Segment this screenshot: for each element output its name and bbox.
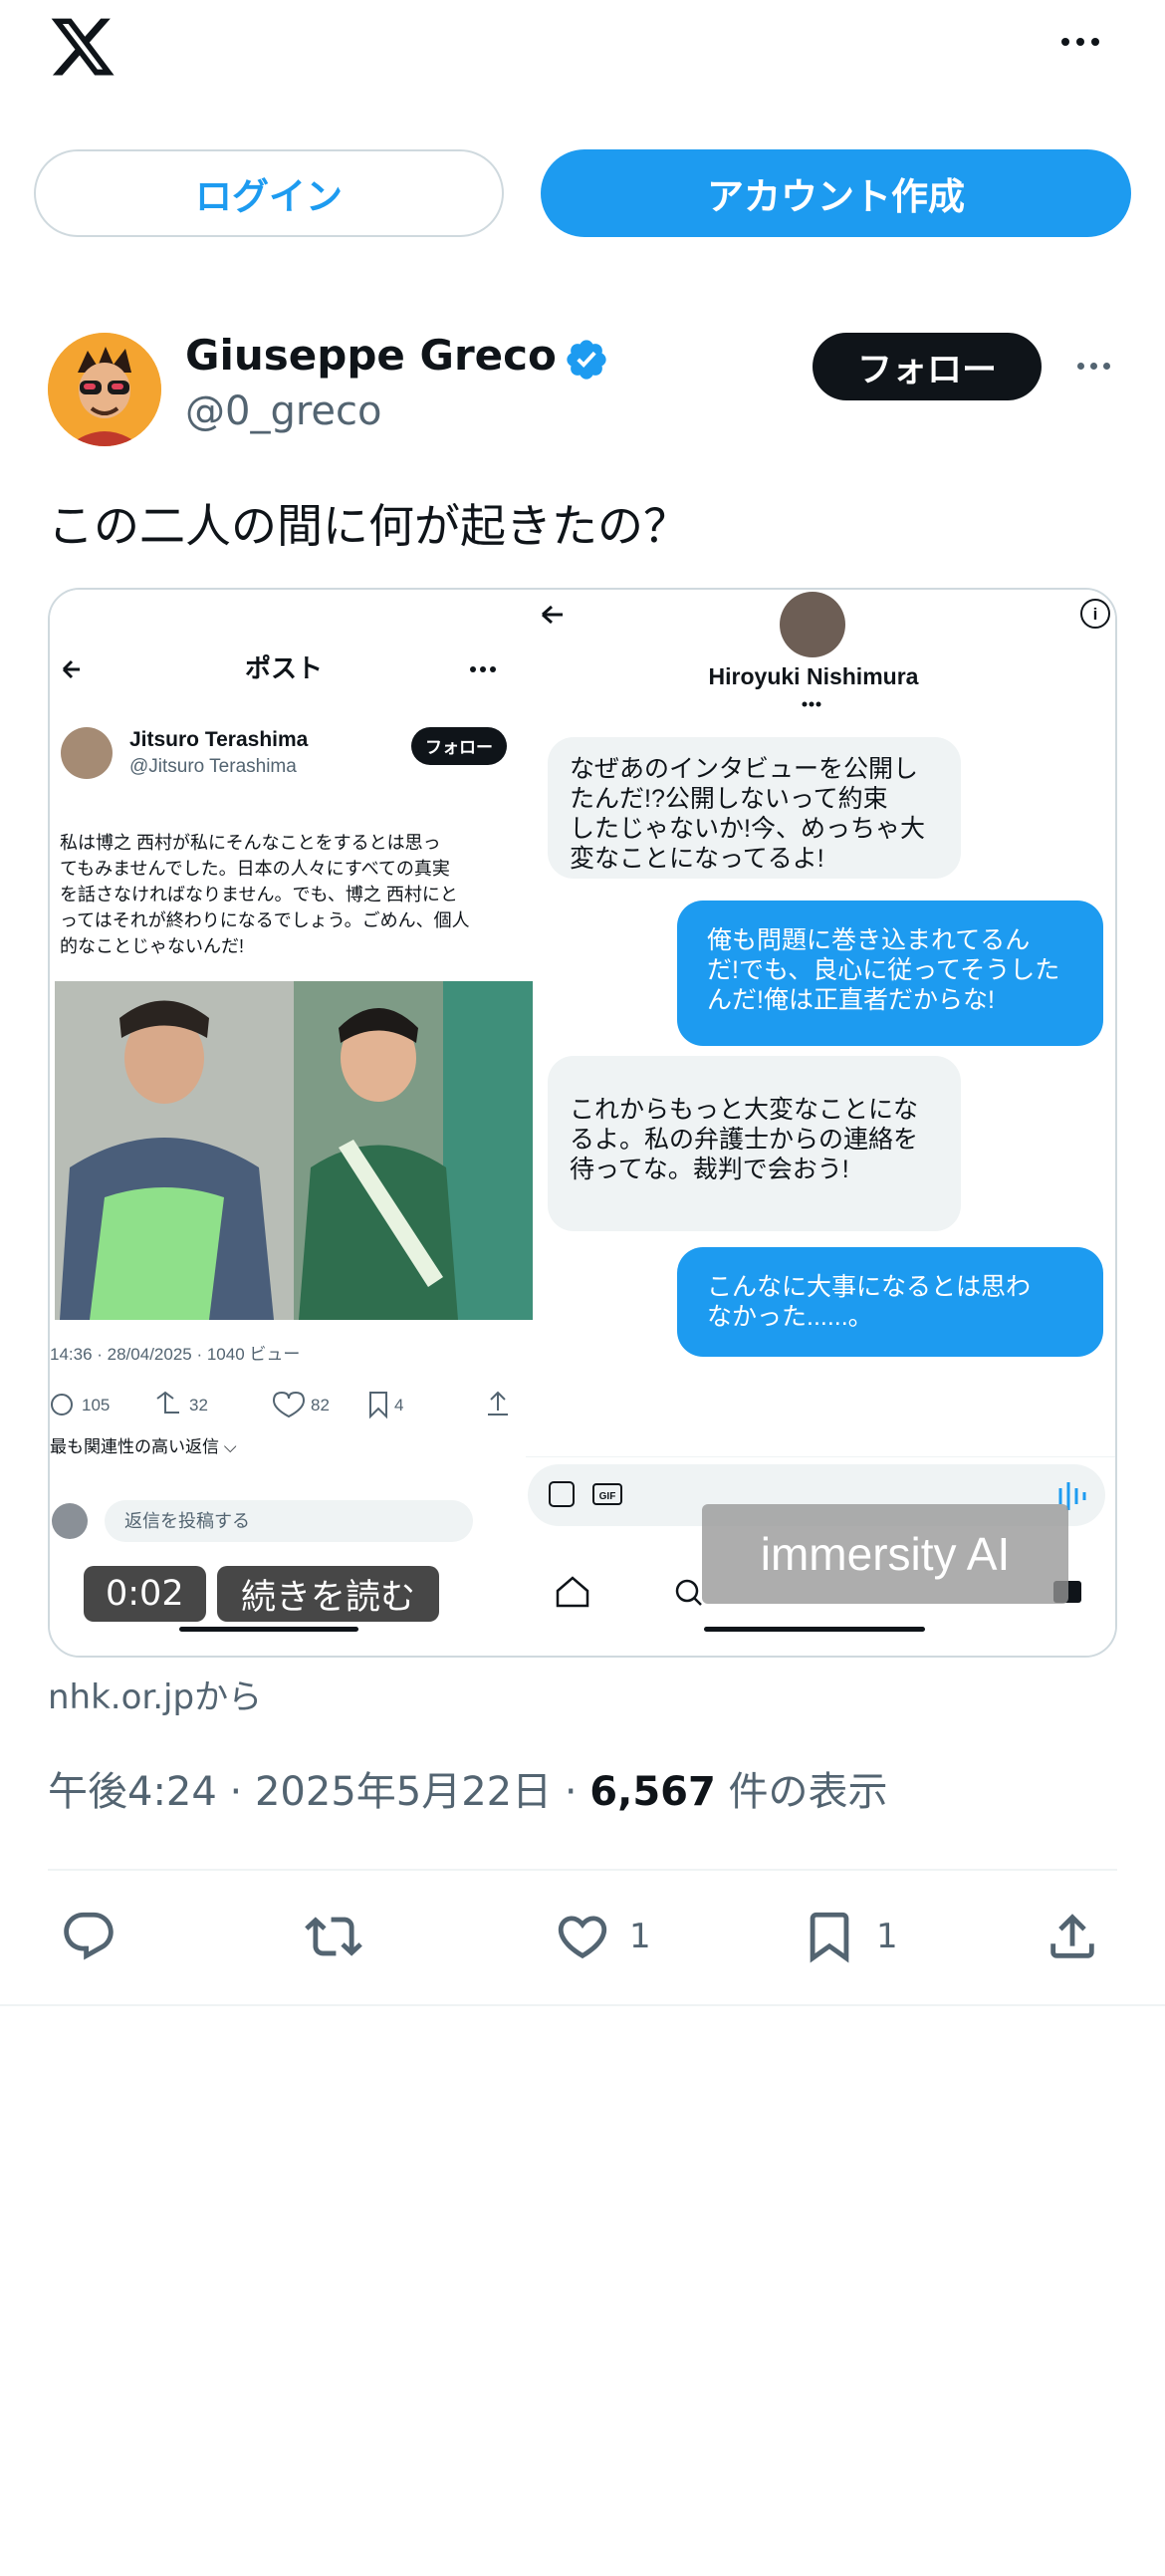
left-handle: @Jitsuro Terashima [129, 756, 297, 777]
post-time[interactable]: 午後4:24 [48, 1769, 217, 1815]
left-bookmarks: 4 [394, 1396, 403, 1415]
reply-button[interactable] [60, 1907, 135, 1966]
left-author: Jitsuro Terashima [129, 728, 309, 751]
post-text: この二人の間に何が起きたの？ [48, 499, 689, 553]
bookmark-icon [810, 1912, 849, 1963]
chat-line: んだ!俺は正直者だからな! [707, 986, 995, 1014]
chat-line: るよ。私の弁護士からの連絡を [570, 1126, 918, 1154]
share-icon [1050, 1914, 1094, 1958]
chat-line: したじゃないか!今、めっちゃ大 [570, 815, 925, 843]
left-reposts: 32 [189, 1396, 208, 1415]
chat-line: 変なことになってるよ! [570, 845, 824, 873]
views-label: 件の表示 [728, 1769, 888, 1815]
left-reply-input: 返信を投稿する [124, 1511, 250, 1531]
views-count: 6,567 [589, 1769, 716, 1815]
video-player[interactable]: ポスト Jitsuro Terashima @Jitsuro Terashima… [48, 588, 1117, 1658]
author-name[interactable]: Giuseppe Greco [185, 331, 557, 380]
post-meta: 午後4:24 · 2025年5月22日 · 6,567 件の表示 [48, 1769, 888, 1815]
like-count: 1 [629, 1917, 651, 1956]
avatar[interactable] [48, 333, 161, 446]
post-more-icon[interactable] [1070, 351, 1116, 381]
left-photo [55, 981, 533, 1320]
more-horizontal-icon[interactable] [1053, 22, 1107, 62]
svg-text:GIF: GIF [599, 1491, 616, 1502]
chat-line: 俺も問題に巻き込まれてるん [707, 926, 1030, 954]
like-button[interactable]: 1 [554, 1907, 651, 1966]
verified-badge-icon [564, 337, 609, 383]
divider [0, 2004, 1165, 2006]
left-follow: フォロー [425, 738, 493, 757]
left-body-line: てもみませんでした。日本の人々にすべての真実 [60, 859, 450, 879]
watermark: immersity AI [761, 1528, 1010, 1580]
left-likes: 82 [311, 1396, 330, 1415]
bookmark-button[interactable]: 1 [801, 1907, 898, 1966]
chat-line: なぜあのインタビューを公開し [570, 755, 918, 783]
chat-line: これからもっと大変なことにな [570, 1096, 918, 1124]
left-stats: 14:36 · 28/04/2025 · 1040 ビュー [50, 1345, 300, 1364]
svg-text:i: i [1093, 605, 1098, 624]
chat-line: 待ってな。裁判で会おう! [570, 1156, 849, 1183]
left-body-line: 私は博之 西村が私にそんなことをするとは思っ [60, 833, 441, 853]
chat-line: なかった......。 [707, 1303, 873, 1331]
link-source[interactable]: nhk.or.jpから [48, 1670, 262, 1718]
post-date[interactable]: 2025年5月22日 [255, 1769, 552, 1815]
left-replies: 105 [82, 1396, 110, 1415]
repost-icon [305, 1917, 362, 1956]
chat-line: だ!でも、良心に従ってそうした [707, 956, 1059, 984]
chat-line: たんだ!?公開しないって約束 [570, 785, 888, 813]
share-button[interactable] [1044, 1907, 1101, 1966]
login-button[interactable]: ログイン [34, 149, 504, 237]
chat-contact: Hiroyuki Nishimura [709, 663, 919, 689]
author-handle[interactable]: @0_greco [185, 388, 381, 434]
left-title: ポスト [245, 653, 323, 683]
read-more-button[interactable]: 続きを読む [217, 1566, 440, 1622]
left-author-avatar [61, 727, 113, 779]
heart-icon [558, 1916, 607, 1959]
left-body-line: を話さなければなりません。でも、博之 西村にと [60, 885, 458, 904]
create-account-button[interactable]: アカウント作成 [541, 149, 1131, 237]
follow-button[interactable]: フォロー [813, 333, 1042, 400]
chat-line: こんなに大事になるとは思わ [707, 1273, 1031, 1301]
repost-button[interactable] [305, 1907, 380, 1966]
divider [48, 1869, 1117, 1871]
x-logo[interactable] [48, 12, 117, 82]
left-relevant: 最も関連性の高い返信 ⌵ [50, 1437, 237, 1456]
video-timestamp: 0:02 [84, 1566, 206, 1622]
left-body-line: ってはそれが終わりになるでしょう。ごめん、個人 [60, 910, 470, 930]
reply-icon [64, 1912, 114, 1960]
bookmark-count: 1 [876, 1917, 898, 1956]
left-body-line: 的なことじゃないんだ! [60, 936, 244, 956]
